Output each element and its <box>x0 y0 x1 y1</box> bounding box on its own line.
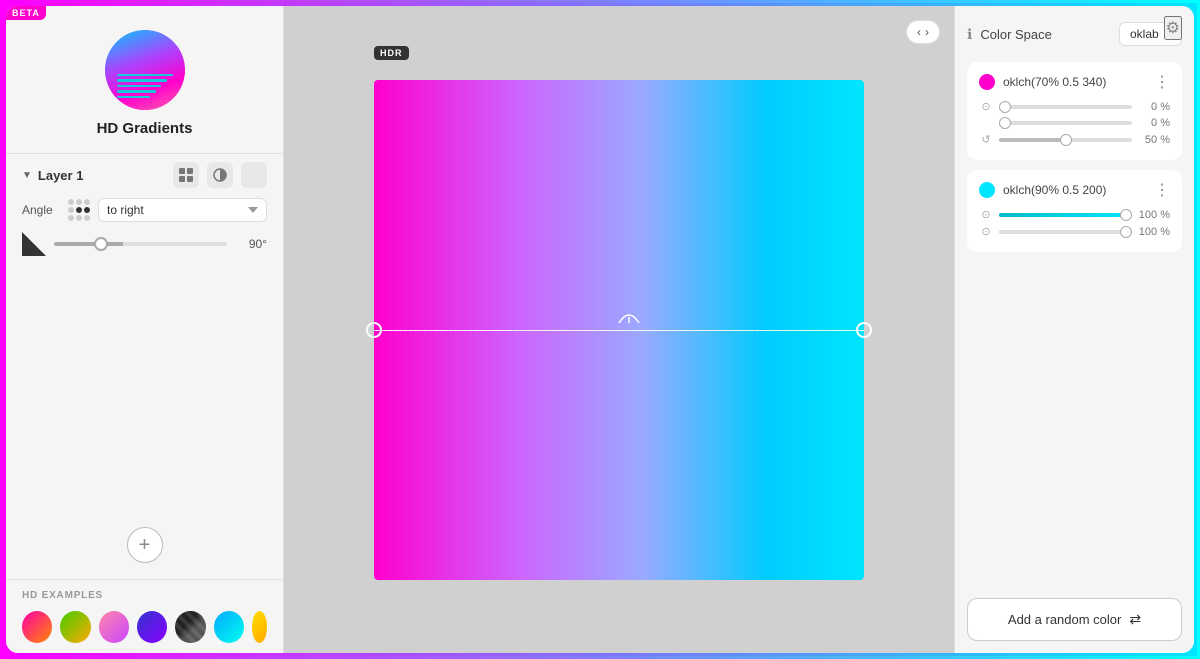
color-stop-2-label: oklch(90% 0.5 200) <box>1003 183 1146 197</box>
angle-label: Angle <box>22 203 60 217</box>
add-random-color-button[interactable]: Add a random color ⇄ <box>967 598 1182 641</box>
color-stop-1-slider-1[interactable] <box>999 105 1132 109</box>
dot-bc[interactable] <box>76 215 82 221</box>
gradient-wrapper: HDR <box>374 80 864 580</box>
layer-chevron-icon[interactable]: ▼ <box>22 170 32 181</box>
layer-moon-button[interactable] <box>241 162 267 188</box>
logo-area: HD Gradients <box>6 6 283 153</box>
layer-section: ▼ Layer 1 <box>6 153 283 274</box>
color-dot-2[interactable] <box>979 182 995 198</box>
examples-section: HD EXAMPLES <box>6 579 283 653</box>
example-green-orange[interactable] <box>60 611 90 643</box>
color-stop-1-slider-3-row: ↺ 50 % <box>979 133 1170 146</box>
moon-icon <box>247 168 261 182</box>
direction-grid[interactable] <box>68 199 90 221</box>
link-icon-2b: ⊙ <box>979 225 993 238</box>
add-layer-row: + <box>6 511 283 579</box>
layer-title: Layer 1 <box>38 168 84 183</box>
example-black-stripe[interactable] <box>175 611 205 643</box>
circle-half-icon <box>213 168 227 182</box>
link-icon-1: ⊙ <box>979 100 993 113</box>
add-layer-button[interactable]: + <box>127 527 163 563</box>
sidebar: BETA HD Gradients <box>6 6 284 653</box>
gradient-line <box>374 330 864 331</box>
canvas-area: ‹ › HDR <box>284 6 954 653</box>
examples-circles <box>22 611 267 643</box>
color-stop-2: oklch(90% 0.5 200) ⋮ ⊙ 100 % ⊙ 100 % <box>967 170 1182 252</box>
dot-mr[interactable] <box>84 207 90 213</box>
example-pink-orange[interactable] <box>22 611 52 643</box>
left-arrow-icon: ‹ <box>917 25 921 39</box>
gradient-midpoint[interactable] <box>617 305 641 330</box>
examples-label: HD EXAMPLES <box>22 590 267 601</box>
gear-button[interactable]: ⚙ <box>1164 16 1182 40</box>
gradient-handle-left[interactable] <box>366 322 382 338</box>
app-logo <box>105 30 185 110</box>
example-cyan[interactable] <box>214 611 244 643</box>
color-stop-1-value-1: 0 % <box>1138 101 1170 113</box>
more-options-2-button[interactable]: ⋮ <box>1154 180 1170 200</box>
color-stop-2-header: oklch(90% 0.5 200) ⋮ <box>979 180 1170 200</box>
dot-ml[interactable] <box>68 207 74 213</box>
degree-slider[interactable] <box>54 242 227 246</box>
angle-row: Angle to rig <box>22 198 267 222</box>
rotate-icon-1: ↺ <box>979 133 993 146</box>
gradient-canvas[interactable] <box>374 80 864 580</box>
dot-tr[interactable] <box>84 199 90 205</box>
color-stop-1-slider-2[interactable] <box>999 121 1132 125</box>
color-space-row: ℹ Color Space oklab <box>967 22 1182 46</box>
layer-icons <box>173 162 267 188</box>
color-stop-2-slider-2[interactable] <box>999 230 1132 234</box>
degree-value: 90° <box>235 237 267 251</box>
more-options-1-button[interactable]: ⋮ <box>1154 72 1170 92</box>
color-stop-2-value-2: 100 % <box>1138 226 1170 238</box>
beta-badge: BETA <box>6 6 46 20</box>
nav-arrows[interactable]: ‹ › <box>906 20 940 44</box>
color-stop-2-slider-1[interactable] <box>999 213 1132 217</box>
hdr-badge: HDR <box>374 46 409 60</box>
layer-circle-button[interactable] <box>207 162 233 188</box>
color-stop-1-value-3: 50 % <box>1138 134 1170 146</box>
color-stop-1-header: oklch(70% 0.5 340) ⋮ <box>979 72 1170 92</box>
add-random-label: Add a random color <box>1008 612 1121 627</box>
color-stop-1: oklch(70% 0.5 340) ⋮ ⊙ 0 % 0 % ↺ 50 % <box>967 62 1182 160</box>
angle-indicator-icon <box>22 232 46 256</box>
color-stop-1-slider-2-row: 0 % <box>979 117 1170 129</box>
right-panel: ⚙ ℹ Color Space oklab oklch(70% 0.5 340)… <box>954 6 1194 653</box>
color-space-label: Color Space <box>980 27 1111 42</box>
info-icon: ℹ <box>967 26 972 43</box>
dot-mc[interactable] <box>76 207 82 213</box>
color-stop-1-value-2: 0 % <box>1138 117 1170 129</box>
color-stop-2-slider-1-row: ⊙ 100 % <box>979 208 1170 221</box>
example-pink-purple[interactable] <box>99 611 129 643</box>
color-stop-1-label: oklch(70% 0.5 340) <box>1003 75 1146 89</box>
color-stop-2-value-1: 100 % <box>1138 209 1170 221</box>
degree-row: 90° <box>22 232 267 256</box>
dot-tc[interactable] <box>76 199 82 205</box>
app-title: HD Gradients <box>97 120 193 137</box>
link-icon-2: ⊙ <box>979 208 993 221</box>
layer-header: ▼ Layer 1 <box>22 162 267 188</box>
example-blue-purple[interactable] <box>137 611 167 643</box>
layer-title-group: ▼ Layer 1 <box>22 168 83 183</box>
grid-icon <box>179 168 193 182</box>
angle-select[interactable]: to right <box>98 198 267 222</box>
color-stop-1-slider-3[interactable] <box>999 138 1132 142</box>
layer-grid-button[interactable] <box>173 162 199 188</box>
example-yellow[interactable] <box>252 611 267 643</box>
dot-tl[interactable] <box>68 199 74 205</box>
color-dot-1[interactable] <box>979 74 995 90</box>
color-stop-2-slider-2-row: ⊙ 100 % <box>979 225 1170 238</box>
midpoint-icon <box>617 305 641 325</box>
right-arrow-icon: › <box>925 25 929 39</box>
color-stop-1-slider-1-row: ⊙ 0 % <box>979 100 1170 113</box>
shuffle-icon: ⇄ <box>1129 611 1141 628</box>
gradient-handle-right[interactable] <box>856 322 872 338</box>
dot-br[interactable] <box>84 215 90 221</box>
dot-bl[interactable] <box>68 215 74 221</box>
